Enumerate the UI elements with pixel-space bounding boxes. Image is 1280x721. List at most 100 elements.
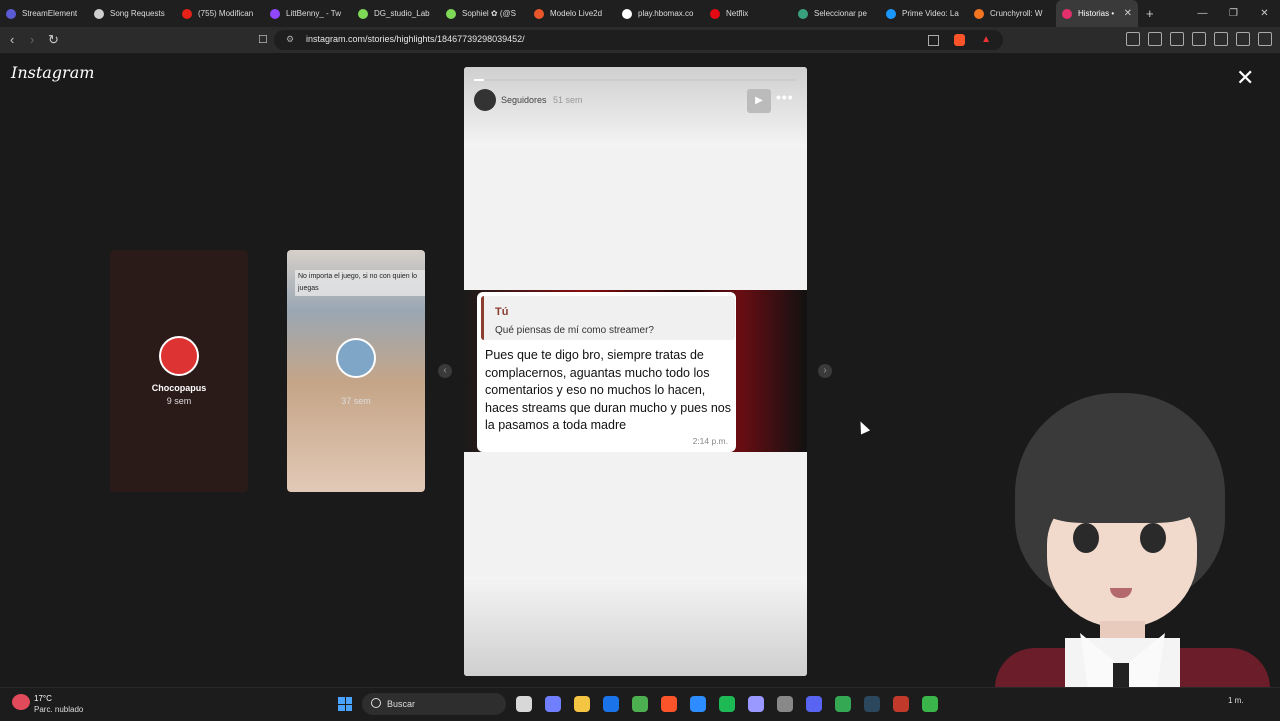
tab-label: DG_studio_Lab [374, 9, 430, 18]
taskbar-app-icon[interactable] [719, 696, 735, 712]
tab-label: Crunchyroll: W [990, 9, 1043, 18]
taskbar-app-icon[interactable] [661, 696, 677, 712]
reader-icon[interactable] [1170, 32, 1184, 46]
tab-favicon-icon [270, 8, 280, 19]
tab-list: StreamElement Song Requests (755) Modifica… [0, 0, 1138, 27]
tab-favicon-icon [798, 8, 808, 19]
reload-icon[interactable]: ↻ [48, 32, 59, 48]
avatar [336, 338, 376, 378]
browser-tab[interactable]: Sophiel ✿ (@S [440, 0, 528, 27]
story-preview-next[interactable]: No importa el juego, si no con quien lo … [287, 250, 425, 492]
weather-description[interactable]: Parc. nublado [34, 705, 83, 714]
tab-label: play.hbomax.co [638, 9, 694, 18]
windows-start-icon[interactable] [338, 697, 352, 711]
previous-story-arrow[interactable]: ‹ [438, 364, 452, 378]
more-options-icon[interactable]: ••• [776, 89, 794, 105]
system-tray-clock[interactable]: 1 m. [1228, 696, 1244, 705]
tab-label: Song Requests [110, 9, 165, 18]
tab-favicon-icon [710, 8, 720, 19]
back-icon[interactable]: ‹ [10, 32, 14, 48]
browser-tab[interactable]: play.hbomax.co [616, 0, 704, 27]
minimize-button[interactable]: — [1187, 0, 1218, 27]
leo-icon[interactable] [1214, 32, 1228, 46]
music-icon[interactable] [1148, 32, 1162, 46]
taskbar-app-icon[interactable] [864, 696, 880, 712]
avatar [159, 336, 199, 376]
story-footer-gradient [464, 577, 807, 676]
story-frame[interactable]: Seguidores 51 sem ▶ ••• Tú Qué piensas d… [464, 67, 807, 676]
taskbar-app-icon[interactable] [574, 696, 590, 712]
bookmark-icon[interactable]: ☐ [258, 32, 268, 48]
new-tab-button[interactable]: + [1146, 6, 1154, 21]
address-bar[interactable]: ⚙ instagram.com/stories/highlights/18467… [274, 30, 1003, 50]
taskbar-app-icon[interactable] [748, 696, 764, 712]
weather-temperature[interactable]: 17°C [34, 694, 52, 703]
close-window-button[interactable]: ✕ [1249, 0, 1280, 27]
tab-label: StreamElement [22, 9, 78, 18]
taskbar-app-icon[interactable] [516, 696, 532, 712]
avatar-eye [1140, 523, 1166, 553]
avatar-bangs [1027, 423, 1212, 523]
menu-icon[interactable] [1258, 32, 1272, 46]
tab-favicon-icon [182, 8, 192, 19]
cast-icon[interactable] [928, 35, 939, 46]
taskbar-app-icon[interactable] [835, 696, 851, 712]
play-button[interactable]: ▶ [747, 89, 771, 113]
forward-icon[interactable]: › [30, 32, 34, 48]
close-tab-icon[interactable]: ✕ [1124, 8, 1132, 19]
tab-favicon-icon [534, 8, 544, 19]
browser-tab[interactable]: LittBenny_ - Tw [264, 0, 352, 27]
brave-shields-icon[interactable] [954, 34, 965, 46]
story-username[interactable]: Seguidores [501, 95, 547, 105]
taskbar-app-icon[interactable] [806, 696, 822, 712]
browser-tab[interactable]: Crunchyroll: W [968, 0, 1056, 27]
window-controls: — ❐ ✕ [1187, 0, 1280, 27]
close-story-button[interactable]: ✕ [1236, 67, 1254, 89]
vpn-icon[interactable] [1236, 32, 1250, 46]
browser-tab[interactable]: (755) Modifican [176, 0, 264, 27]
taskbar-app-icon[interactable] [603, 696, 619, 712]
browser-tab[interactable]: DG_studio_Lab [352, 0, 440, 27]
restore-button[interactable]: ❐ [1218, 0, 1249, 27]
search-icon [371, 698, 381, 708]
taskbar-search[interactable]: Buscar [362, 693, 506, 715]
taskbar-app-icon[interactable] [690, 696, 706, 712]
tab-favicon-icon [358, 8, 368, 19]
tab-label: Netflix [726, 9, 749, 18]
vtuber-avatar [985, 393, 1280, 720]
tab-label: LittBenny_ - Tw [286, 9, 341, 18]
preview-caption: No importa el juego, si no con quien lo … [295, 270, 425, 296]
browser-tab[interactable]: Modelo Live2d [528, 0, 616, 27]
browser-tab[interactable]: Prime Video: La [880, 0, 968, 27]
taskbar-apps [516, 696, 938, 712]
taskbar-app-icon[interactable] [545, 696, 561, 712]
next-story-arrow[interactable]: › [818, 364, 832, 378]
browser-tab[interactable]: Historias • ✕ [1056, 0, 1138, 27]
message-time: 2:14 p.m. [692, 436, 728, 446]
browser-tab[interactable]: StreamElement [0, 0, 88, 27]
browser-tab[interactable]: Song Requests [88, 0, 176, 27]
taskbar-app-icon[interactable] [922, 696, 938, 712]
browser-tab-bar: StreamElement Song Requests (755) Modifica… [0, 0, 1280, 27]
avatar[interactable] [474, 89, 496, 111]
browser-tab[interactable]: Netflix [704, 0, 792, 27]
browser-tab[interactable]: Seleccionar pe [792, 0, 880, 27]
search-label: Buscar [387, 699, 416, 709]
tab-favicon-icon [94, 8, 104, 19]
sidebar-icon[interactable] [1126, 32, 1140, 46]
navigation-bar: ‹ › ↻ ☐ ⚙ instagram.com/stories/highligh… [0, 27, 1280, 53]
toolbar-icons [1126, 32, 1272, 46]
instagram-logo[interactable]: Instagram [11, 63, 94, 82]
wallet-icon[interactable] [1192, 32, 1206, 46]
weather-icon[interactable] [12, 694, 30, 710]
brave-rewards-icon[interactable]: ▲ [981, 34, 991, 45]
story-time: 51 sem [553, 95, 583, 105]
taskbar-app-icon[interactable] [777, 696, 793, 712]
taskbar-app-icon[interactable] [893, 696, 909, 712]
url-text: instagram.com/stories/highlights/1846773… [306, 34, 525, 44]
tab-label: Sophiel ✿ (@S [462, 9, 516, 18]
quote-author: Tú [495, 306, 509, 318]
site-info-icon[interactable]: ⚙ [286, 34, 294, 45]
taskbar-app-icon[interactable] [632, 696, 648, 712]
story-preview-previous[interactable]: Chocopapus 9 sem [110, 250, 248, 492]
